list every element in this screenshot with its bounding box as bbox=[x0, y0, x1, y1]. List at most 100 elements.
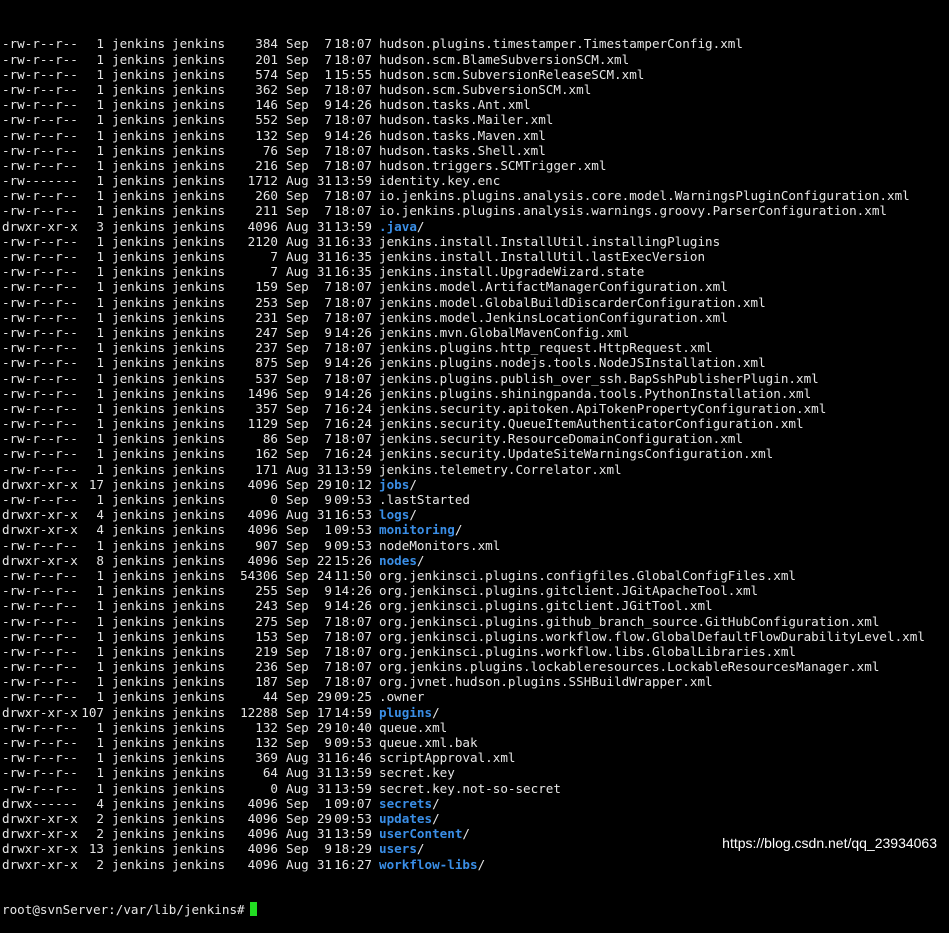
col-month: Sep bbox=[286, 279, 309, 295]
col-time: 18:07 bbox=[334, 157, 372, 173]
col-links: 1 bbox=[96, 537, 104, 553]
col-month: Aug bbox=[286, 765, 309, 781]
col-day: 7 bbox=[324, 112, 332, 128]
col-perm: drwxr-xr-x bbox=[2, 507, 78, 523]
col-links: 1 bbox=[96, 674, 104, 690]
file-name: scriptApproval.xml bbox=[379, 750, 515, 765]
listing-row: -rw-r--r-- 1 jenkins jenkins 187 Sep 7 18:07 org… bbox=[2, 674, 949, 689]
col-group: jenkins bbox=[172, 355, 226, 371]
col-group: jenkins bbox=[172, 324, 226, 340]
col-owner: jenkins bbox=[112, 643, 166, 659]
col-owner: jenkins bbox=[112, 157, 166, 173]
col-time: 18:07 bbox=[334, 659, 372, 675]
col-size: 54306 bbox=[240, 567, 278, 583]
col-time: 16:24 bbox=[334, 400, 372, 416]
dir-slash: / bbox=[416, 218, 425, 234]
col-owner: jenkins bbox=[112, 233, 166, 249]
col-links: 1 bbox=[96, 188, 104, 204]
col-time: 14:26 bbox=[334, 583, 372, 599]
col-time: 18:07 bbox=[334, 309, 372, 325]
col-owner: jenkins bbox=[112, 127, 166, 143]
col-links: 1 bbox=[96, 385, 104, 401]
col-day: 29 bbox=[316, 689, 332, 705]
col-group: jenkins bbox=[172, 507, 226, 523]
col-time: 13:59 bbox=[334, 461, 372, 477]
col-month: Sep bbox=[286, 324, 309, 340]
col-group: jenkins bbox=[172, 142, 226, 158]
col-group: jenkins bbox=[172, 674, 226, 690]
col-month: Sep bbox=[286, 36, 309, 52]
entry-name-text: jenkins.security.ResourceDomainConfigura… bbox=[379, 431, 743, 447]
col-owner: jenkins bbox=[112, 567, 166, 583]
listing-row: -rw-r--r-- 1 jenkins jenkins 1129 Sep 7 16:24 je… bbox=[2, 416, 949, 431]
col-owner: jenkins bbox=[112, 431, 166, 447]
col-links: 1 bbox=[96, 66, 104, 82]
file-name: org.jenkinsci.plugins.workflow.flow.Glob… bbox=[379, 629, 925, 644]
prompt-line[interactable]: root@svnServer:/var/lib/jenkins# bbox=[2, 902, 949, 917]
col-day: 7 bbox=[324, 340, 332, 356]
col-perm: -rw-r--r-- bbox=[2, 294, 78, 310]
col-size: 253 bbox=[255, 294, 278, 310]
col-group: jenkins bbox=[172, 537, 226, 553]
dir-slash: / bbox=[432, 810, 440, 826]
col-owner: jenkins bbox=[112, 826, 166, 842]
col-size: 162 bbox=[255, 446, 278, 462]
terminal-output[interactable]: -rw-r--r-- 1 jenkins jenkins 384 Sep 7 18:07 hud… bbox=[0, 0, 949, 917]
col-month: Sep bbox=[286, 416, 309, 432]
entry-name-text: jenkins.plugins.nodejs.tools.NodeJSInsta… bbox=[379, 355, 766, 371]
file-name: jenkins.model.GlobalBuildDiscarderConfig… bbox=[379, 295, 766, 310]
col-group: jenkins bbox=[172, 567, 226, 583]
file-name: org.jenkinsci.plugins.gitclient.JGitTool… bbox=[379, 598, 713, 613]
directory-name: users/ bbox=[379, 841, 425, 856]
col-month: Sep bbox=[286, 552, 309, 568]
col-links: 8 bbox=[96, 552, 104, 568]
col-size: 362 bbox=[255, 81, 278, 97]
col-month: Sep bbox=[286, 613, 309, 629]
file-name: secret.key.not-so-secret bbox=[379, 781, 561, 796]
col-size: 76 bbox=[262, 142, 278, 158]
col-perm: -rw-r--r-- bbox=[2, 598, 78, 614]
col-month: Sep bbox=[286, 537, 309, 553]
col-month: Aug bbox=[286, 233, 309, 249]
col-time: 16:46 bbox=[334, 750, 372, 766]
col-group: jenkins bbox=[172, 173, 226, 189]
col-group: jenkins bbox=[172, 81, 226, 97]
col-month: Sep bbox=[286, 674, 309, 690]
col-group: jenkins bbox=[172, 385, 226, 401]
listing-row: -rw-r--r-- 1 jenkins jenkins 76 Sep 7 18:07 huds… bbox=[2, 143, 949, 158]
col-size: 0 bbox=[270, 780, 278, 796]
col-owner: jenkins bbox=[112, 598, 166, 614]
entry-name-text: secret.key.not-so-secret bbox=[379, 780, 561, 796]
col-owner: jenkins bbox=[112, 628, 166, 644]
col-links: 1 bbox=[96, 294, 104, 310]
col-perm: -rw-r--r-- bbox=[2, 765, 78, 781]
col-size: 907 bbox=[255, 537, 278, 553]
col-perm: -rw-r--r-- bbox=[2, 51, 78, 67]
col-perm: -rw-r--r-- bbox=[2, 142, 78, 158]
listing-row: -rw-r--r-- 1 jenkins jenkins 362 Sep 7 18:07 hud… bbox=[2, 82, 949, 97]
col-time: 14:26 bbox=[334, 385, 372, 401]
col-links: 1 bbox=[96, 613, 104, 629]
col-perm: -rw-r--r-- bbox=[2, 735, 78, 751]
col-size: 64 bbox=[262, 765, 278, 781]
col-perm: -rw-r--r-- bbox=[2, 431, 78, 447]
col-perm: -rw------- bbox=[2, 173, 78, 189]
entry-name-text: queue.xml bbox=[379, 719, 448, 735]
col-month: Sep bbox=[286, 51, 309, 67]
col-size: 4096 bbox=[247, 218, 278, 234]
entry-name-text: jenkins.model.ArtifactManagerConfigurati… bbox=[379, 279, 728, 295]
listing-row: -rw-r--r-- 1 jenkins jenkins 146 Sep 9 14:26 hud… bbox=[2, 97, 949, 112]
col-owner: jenkins bbox=[112, 492, 166, 508]
listing-row: -rw-r--r-- 1 jenkins jenkins 537 Sep 7 18:07 jen… bbox=[2, 371, 949, 386]
col-owner: jenkins bbox=[112, 522, 166, 538]
listing-row: -rw-r--r-- 1 jenkins jenkins 54306 Sep 24 11:50… bbox=[2, 568, 949, 583]
col-month: Aug bbox=[286, 218, 309, 234]
col-month: Sep bbox=[286, 446, 309, 462]
col-month: Sep bbox=[286, 142, 309, 158]
col-day: 31 bbox=[316, 264, 332, 280]
col-perm: -rw-r--r-- bbox=[2, 613, 78, 629]
entry-name-text: jenkins.install.InstallUtil.lastExecVers… bbox=[379, 249, 706, 265]
entry-name-text: org.jenkinsci.plugins.gitclient.JGitApac… bbox=[379, 583, 759, 599]
file-name: jenkins.telemetry.Correlator.xml bbox=[379, 462, 622, 477]
col-links: 4 bbox=[96, 507, 104, 523]
